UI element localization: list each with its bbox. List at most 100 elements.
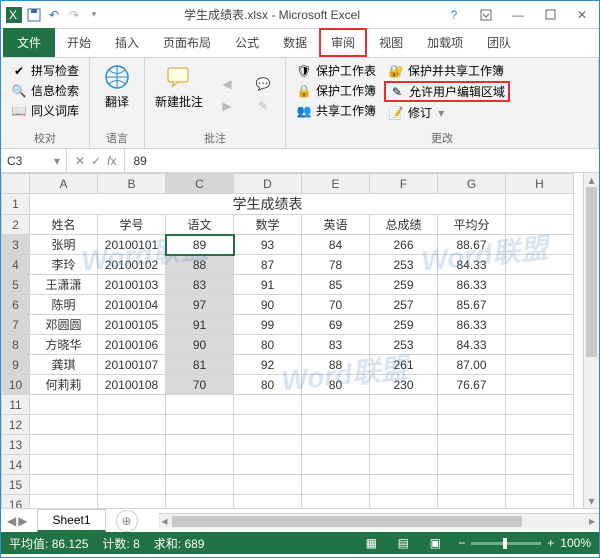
cell[interactable]: 90 <box>234 295 302 315</box>
chevron-down-icon[interactable]: ▾ <box>54 154 60 168</box>
cell[interactable] <box>234 455 302 475</box>
cell[interactable] <box>370 415 438 435</box>
cell[interactable]: 方晓华 <box>30 335 98 355</box>
name-box[interactable]: C3▾ <box>1 149 67 172</box>
cell[interactable] <box>30 395 98 415</box>
cell[interactable]: 20100102 <box>98 255 166 275</box>
tab-formulas[interactable]: 公式 <box>223 28 271 57</box>
cell[interactable]: 84.33 <box>438 255 506 275</box>
cell[interactable] <box>506 495 574 509</box>
cell[interactable]: 20100105 <box>98 315 166 335</box>
scroll-down-icon[interactable]: ▾ <box>584 494 599 508</box>
page-break-icon[interactable]: ▣ <box>426 535 444 551</box>
vertical-scrollbar[interactable]: ▴ ▾ <box>583 173 599 508</box>
translate-button[interactable]: 翻译 <box>96 61 138 128</box>
cell[interactable]: 86.33 <box>438 275 506 295</box>
cell[interactable]: 253 <box>370 335 438 355</box>
cell[interactable] <box>438 415 506 435</box>
cell[interactable] <box>166 455 234 475</box>
row-header[interactable]: 3 <box>2 235 30 255</box>
column-header[interactable]: A <box>30 174 98 194</box>
cell[interactable] <box>30 455 98 475</box>
cell[interactable]: 学号 <box>98 215 166 235</box>
redo-icon[interactable]: ↷ <box>65 6 83 24</box>
cell[interactable] <box>234 435 302 455</box>
prev-comment-button[interactable]: ◀ <box>215 75 239 93</box>
zoom-control[interactable]: − + 100% <box>458 536 591 550</box>
cell[interactable]: 87.00 <box>438 355 506 375</box>
horizontal-scrollbar[interactable]: ◂ ▸ <box>158 513 599 529</box>
prev-sheet-icon[interactable]: ◀ <box>7 514 16 528</box>
row-header[interactable]: 1 <box>2 194 30 215</box>
cell[interactable]: 20100108 <box>98 375 166 395</box>
cell[interactable]: 83 <box>302 335 370 355</box>
cell[interactable] <box>98 455 166 475</box>
cell[interactable]: 数学 <box>234 215 302 235</box>
cell[interactable] <box>30 475 98 495</box>
formula-value[interactable]: 89 <box>125 154 154 168</box>
cell[interactable]: 93 <box>234 235 302 255</box>
cell[interactable]: 70 <box>302 295 370 315</box>
select-all[interactable] <box>2 174 30 194</box>
cell[interactable]: 90 <box>166 335 234 355</box>
cell[interactable] <box>166 495 234 509</box>
cell[interactable]: 70 <box>166 375 234 395</box>
cell[interactable]: 266 <box>370 235 438 255</box>
cell[interactable] <box>234 475 302 495</box>
cell[interactable]: 20100101 <box>98 235 166 255</box>
row-header[interactable]: 9 <box>2 355 30 375</box>
minimize-icon[interactable]: — <box>505 5 531 25</box>
row-header[interactable]: 13 <box>2 435 30 455</box>
cell[interactable]: 学生成绩表 <box>30 194 506 215</box>
cell[interactable] <box>506 475 574 495</box>
cell[interactable]: 龚琪 <box>30 355 98 375</box>
research-button[interactable]: 🔍信息检索 <box>7 81 83 100</box>
cell[interactable] <box>506 455 574 475</box>
zoom-in-icon[interactable]: + <box>547 536 554 550</box>
cell[interactable] <box>166 415 234 435</box>
cell[interactable]: 平均分 <box>438 215 506 235</box>
cell[interactable]: 92 <box>234 355 302 375</box>
cell[interactable] <box>438 495 506 509</box>
protect-sheet-button[interactable]: 🛡保护工作表 <box>292 61 380 80</box>
cell[interactable] <box>506 315 574 335</box>
tab-review[interactable]: 审阅 <box>319 28 367 57</box>
sheet-nav[interactable]: ◀▶ <box>1 514 33 528</box>
cell[interactable]: 99 <box>234 315 302 335</box>
cell[interactable] <box>302 455 370 475</box>
row-header[interactable]: 7 <box>2 315 30 335</box>
cell[interactable]: 王潇潇 <box>30 275 98 295</box>
tab-insert[interactable]: 插入 <box>103 28 151 57</box>
cell[interactable] <box>98 495 166 509</box>
cell[interactable]: 李玲 <box>30 255 98 275</box>
cell[interactable] <box>438 395 506 415</box>
tab-view[interactable]: 视图 <box>367 28 415 57</box>
cell[interactable]: 20100103 <box>98 275 166 295</box>
sheet-tab[interactable]: Sheet1 <box>37 509 105 532</box>
cell[interactable] <box>234 495 302 509</box>
zoom-out-icon[interactable]: − <box>458 536 465 550</box>
cell[interactable] <box>302 415 370 435</box>
cell[interactable] <box>234 395 302 415</box>
cell[interactable] <box>30 495 98 509</box>
row-header[interactable]: 10 <box>2 375 30 395</box>
scroll-thumb[interactable] <box>586 187 597 357</box>
page-layout-icon[interactable]: ▤ <box>394 535 412 551</box>
cell[interactable]: 20100106 <box>98 335 166 355</box>
column-header[interactable]: G <box>438 174 506 194</box>
cell[interactable] <box>98 395 166 415</box>
add-sheet-button[interactable]: ⊕ <box>116 510 138 532</box>
scroll-right-icon[interactable]: ▸ <box>585 514 599 528</box>
tab-home[interactable]: 开始 <box>55 28 103 57</box>
cell[interactable]: 91 <box>166 315 234 335</box>
cell[interactable] <box>506 255 574 275</box>
cell[interactable] <box>166 435 234 455</box>
cell[interactable] <box>30 435 98 455</box>
cell[interactable]: 总成绩 <box>370 215 438 235</box>
worksheet-grid[interactable]: Word联盟 Word联盟 Word联盟 ABCDEFGH1学生成绩表2姓名学号… <box>1 173 599 508</box>
cell[interactable] <box>506 395 574 415</box>
tab-data[interactable]: 数据 <box>271 28 319 57</box>
tab-addins[interactable]: 加载项 <box>415 28 475 57</box>
cell[interactable]: 英语 <box>302 215 370 235</box>
row-header[interactable]: 4 <box>2 255 30 275</box>
